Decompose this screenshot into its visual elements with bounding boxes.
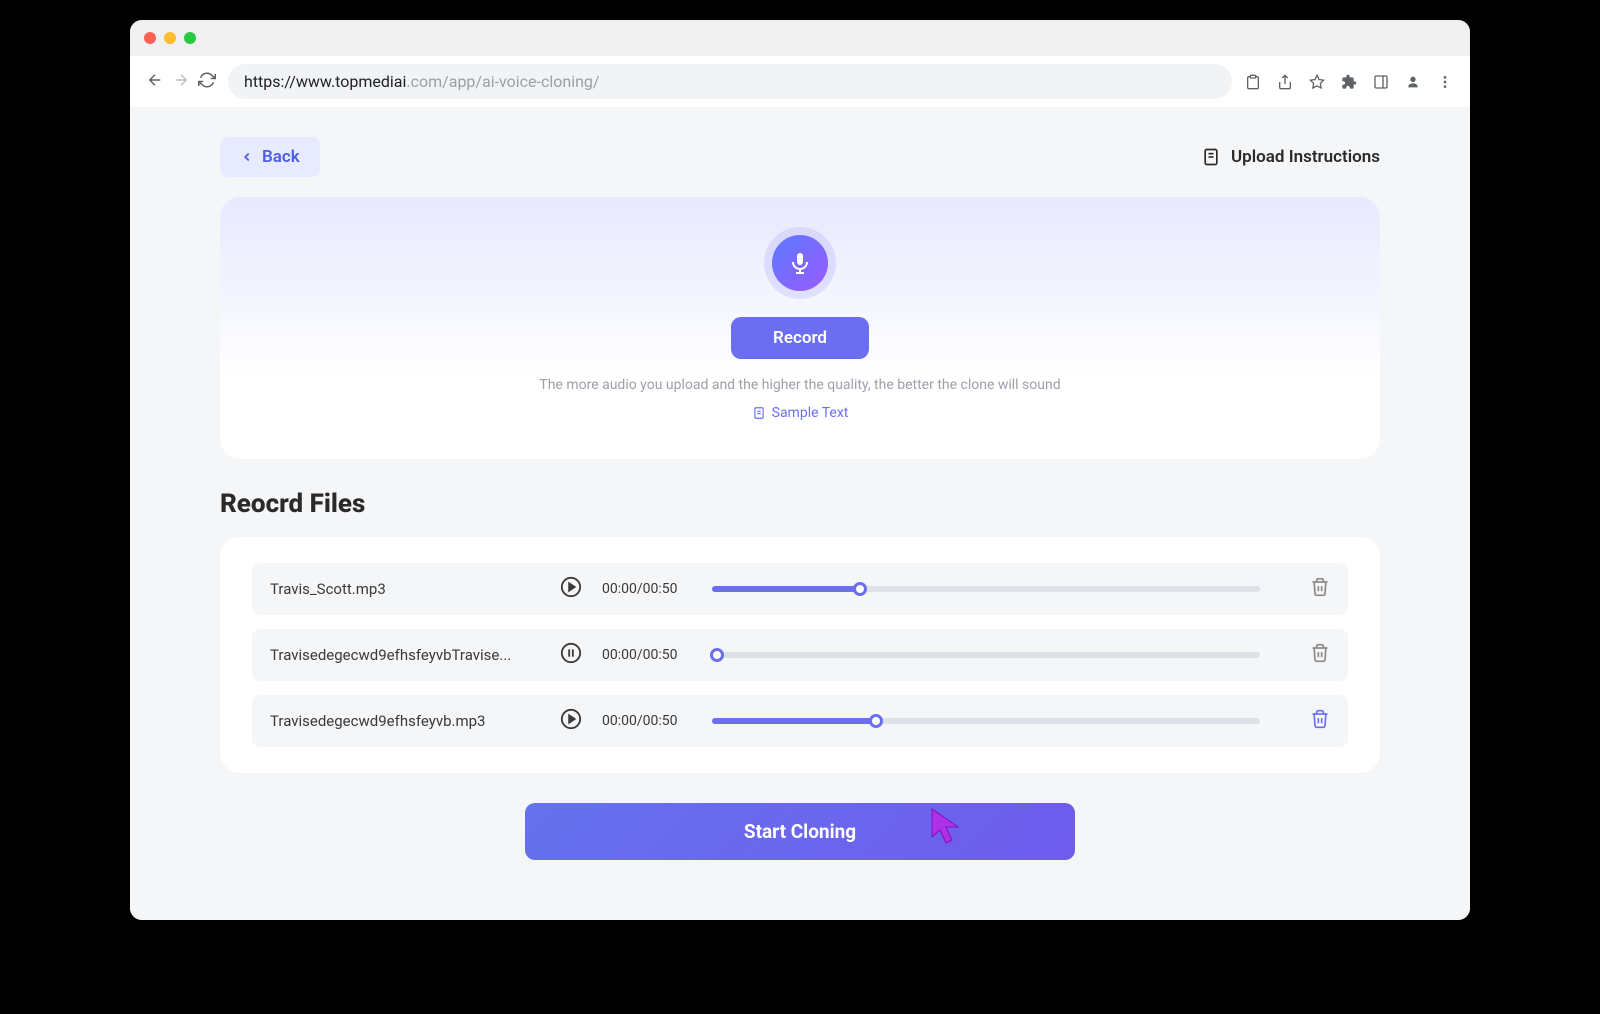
- delete-icon[interactable]: [1310, 577, 1330, 601]
- progress-fill: [712, 652, 717, 658]
- record-button[interactable]: Record: [731, 317, 869, 359]
- progress-thumb[interactable]: [853, 582, 867, 596]
- file-name: Travisedegecwd9efhsfeyvbTravise...: [270, 646, 540, 664]
- time-label: 00:00/00:50: [602, 581, 692, 597]
- delete-icon[interactable]: [1310, 643, 1330, 667]
- progress-thumb[interactable]: [710, 648, 724, 662]
- back-button[interactable]: Back: [220, 137, 320, 177]
- clipboard-icon[interactable]: [1244, 73, 1262, 91]
- file-name: Travisedegecwd9efhsfeyvb.mp3: [270, 712, 540, 730]
- minimize-window-icon[interactable]: [164, 32, 176, 44]
- browser-right-icons: [1244, 73, 1454, 91]
- chevron-left-icon: [240, 150, 254, 164]
- panel-icon[interactable]: [1372, 73, 1390, 91]
- maximize-window-icon[interactable]: [184, 32, 196, 44]
- progress-thumb[interactable]: [869, 714, 883, 728]
- sample-text-label: Sample Text: [772, 405, 849, 421]
- nav-arrows: [146, 71, 216, 93]
- mic-button[interactable]: [772, 235, 828, 291]
- profile-icon[interactable]: [1404, 73, 1422, 91]
- delete-icon[interactable]: [1310, 709, 1330, 733]
- url-domain: https://www.topmediai: [244, 72, 406, 91]
- url-bar[interactable]: https://www.topmediai.com/app/ai-voice-c…: [228, 64, 1232, 99]
- play-icon[interactable]: [560, 708, 582, 734]
- star-icon[interactable]: [1308, 73, 1326, 91]
- page-header: Back Upload Instructions: [220, 137, 1380, 177]
- document-icon: [1201, 147, 1221, 167]
- start-cloning-button[interactable]: Start Cloning: [525, 803, 1075, 860]
- progress-fill: [712, 718, 876, 724]
- url-path: .com/app/ai-voice-cloning/: [406, 72, 599, 91]
- record-hint-text: The more audio you upload and the higher…: [250, 377, 1350, 393]
- file-row: Travisedegecwd9efhsfeyvb.mp3 00:00/00:50: [252, 695, 1348, 747]
- files-panel: Travis_Scott.mp300:00/00:50Travisedegecw…: [220, 537, 1380, 773]
- file-row: Travis_Scott.mp3 00:00/00:50: [252, 563, 1348, 615]
- page-content: Back Upload Instructions Record The more…: [130, 107, 1470, 920]
- record-panel: Record The more audio you upload and the…: [220, 197, 1380, 459]
- reload-icon[interactable]: [198, 71, 216, 93]
- mic-button-outer: [764, 227, 836, 299]
- microphone-icon: [788, 251, 812, 275]
- progress-bar[interactable]: [712, 652, 1260, 658]
- play-icon[interactable]: [560, 576, 582, 602]
- upload-instructions-link[interactable]: Upload Instructions: [1201, 147, 1380, 167]
- progress-bar[interactable]: [712, 718, 1260, 724]
- progress-bar[interactable]: [712, 586, 1260, 592]
- file-name: Travis_Scott.mp3: [270, 580, 540, 598]
- window-titlebar: [130, 20, 1470, 56]
- time-label: 00:00/00:50: [602, 713, 692, 729]
- text-file-icon: [752, 406, 766, 420]
- share-icon[interactable]: [1276, 73, 1294, 91]
- extensions-icon[interactable]: [1340, 73, 1358, 91]
- browser-toolbar: https://www.topmediai.com/app/ai-voice-c…: [130, 56, 1470, 107]
- upload-instructions-label: Upload Instructions: [1231, 147, 1380, 167]
- back-arrow-icon[interactable]: [146, 71, 164, 93]
- sample-text-link[interactable]: Sample Text: [752, 405, 849, 421]
- progress-fill: [712, 586, 860, 592]
- back-label: Back: [262, 147, 300, 167]
- pause-icon[interactable]: [560, 642, 582, 668]
- forward-arrow-icon[interactable]: [172, 71, 190, 93]
- close-window-icon[interactable]: [144, 32, 156, 44]
- time-label: 00:00/00:50: [602, 647, 692, 663]
- browser-window: https://www.topmediai.com/app/ai-voice-c…: [130, 20, 1470, 920]
- menu-icon[interactable]: [1436, 73, 1454, 91]
- record-files-title: Reocrd Files: [220, 489, 1380, 519]
- file-row: Travisedegecwd9efhsfeyvbTravise... 00:00/…: [252, 629, 1348, 681]
